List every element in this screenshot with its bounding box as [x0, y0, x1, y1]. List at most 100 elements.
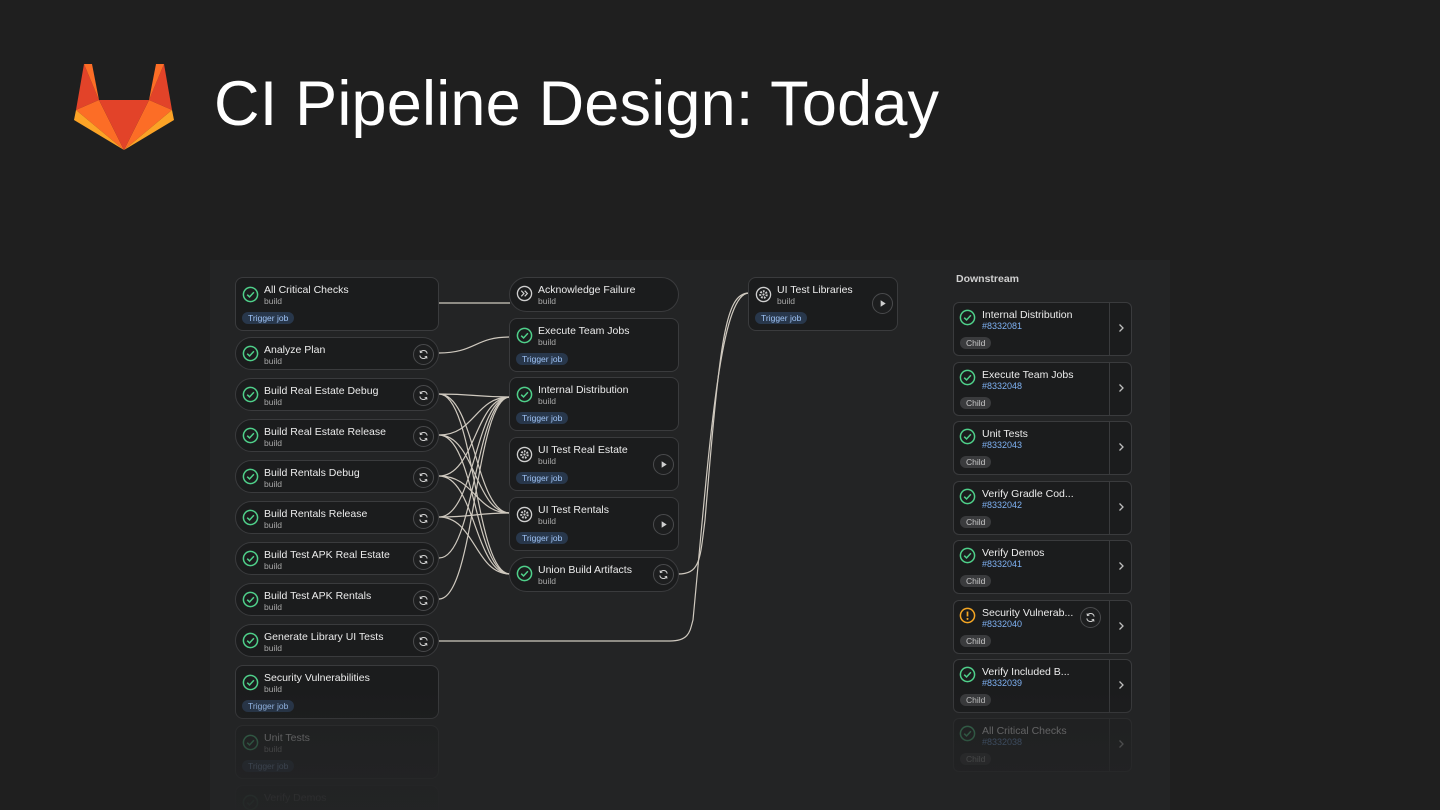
job-stage: build [264, 356, 282, 366]
job-name: Security Vulnerabilities [264, 672, 370, 684]
retry-button[interactable] [413, 385, 434, 406]
retry-button[interactable] [413, 426, 434, 447]
chevron-right-icon[interactable] [1115, 738, 1127, 750]
retry-button[interactable] [413, 344, 434, 365]
job-security-vulnerabilities[interactable]: Security Vulnerabilities build Trigger j… [235, 665, 439, 719]
job-all-critical-checks[interactable]: All Critical Checks build Trigger job [235, 277, 439, 331]
success-icon [242, 468, 259, 485]
job-name: Execute Team Jobs [538, 325, 630, 337]
child-badge: Child [960, 635, 992, 647]
retry-button[interactable] [413, 590, 434, 611]
chevron-right-icon[interactable] [1115, 322, 1127, 334]
success-icon [516, 327, 533, 344]
success-icon [242, 345, 259, 362]
retry-button[interactable] [1080, 607, 1101, 628]
pipeline-id-link[interactable]: #8332048 [982, 381, 1022, 391]
job-stage: build [264, 561, 282, 571]
chevron-right-icon[interactable] [1115, 501, 1127, 513]
pipeline-id-link[interactable]: #8332042 [982, 500, 1022, 510]
job-ui-test-real-estate[interactable]: UI Test Real Estate build Trigger job [509, 437, 679, 491]
job-unit-tests[interactable]: Unit Tests build Trigger job [235, 725, 439, 779]
downstream-name: Verify Demos [982, 547, 1045, 559]
job-union-build-artifacts[interactable]: Union Build Artifacts build [509, 557, 679, 592]
job-internal-distribution[interactable]: Internal Distribution build Trigger job [509, 377, 679, 431]
chevron-right-icon[interactable] [1115, 560, 1127, 572]
chevron-right-icon[interactable] [1115, 620, 1127, 632]
chevron-right-icon[interactable] [1115, 441, 1127, 453]
job-ui-test-rentals[interactable]: UI Test Rentals build Trigger job [509, 497, 679, 551]
success-icon [242, 286, 259, 303]
gitlab-logo [74, 64, 174, 150]
trigger-job-badge: Trigger job [242, 312, 295, 324]
job-generate-library-ui-tests[interactable]: Generate Library UI Tests build [235, 624, 439, 657]
pipeline-graph: All Critical Checks build Trigger job An… [210, 260, 1170, 810]
job-verify-demos[interactable]: Verify Demos [235, 785, 439, 810]
job-analyze-plan[interactable]: Analyze Plan build [235, 337, 439, 370]
success-icon [959, 488, 976, 505]
warning-icon [959, 607, 976, 624]
retry-button[interactable] [413, 508, 434, 529]
downstream-item[interactable]: Verify Gradle Cod... #8332042 Child [953, 481, 1132, 535]
trigger-job-badge: Trigger job [242, 700, 295, 712]
play-button[interactable] [653, 514, 674, 535]
pipeline-id-link[interactable]: #8332038 [982, 737, 1022, 747]
job-ui-test-libraries[interactable]: UI Test Libraries build Trigger job [748, 277, 898, 331]
downstream-item[interactable]: Security Vulnerab... #8332040 Child [953, 600, 1132, 654]
job-build-rentals-debug[interactable]: Build Rentals Debug build [235, 460, 439, 493]
downstream-item[interactable]: Unit Tests #8332043 Child [953, 421, 1132, 475]
divider [1109, 719, 1110, 771]
job-execute-team-jobs[interactable]: Execute Team Jobs build Trigger job [509, 318, 679, 372]
manual-gear-icon [755, 286, 772, 303]
divider [1109, 482, 1110, 534]
divider [1109, 660, 1110, 712]
job-name: Build Rentals Release [264, 508, 368, 520]
success-icon [242, 509, 259, 526]
job-name: Verify Demos [264, 792, 327, 804]
downstream-item[interactable]: Internal Distribution #8332081 Child [953, 302, 1132, 356]
retry-button[interactable] [413, 631, 434, 652]
retry-icon [419, 637, 428, 646]
job-stage: build [538, 456, 556, 466]
job-stage: build [538, 396, 556, 406]
play-button[interactable] [872, 293, 893, 314]
downstream-item[interactable]: Execute Team Jobs #8332048 Child [953, 362, 1132, 416]
job-name: Generate Library UI Tests [264, 631, 384, 643]
success-icon [242, 632, 259, 649]
job-build-test-apk-rentals[interactable]: Build Test APK Rentals build [235, 583, 439, 616]
job-build-test-apk-real-estate[interactable]: Build Test APK Real Estate build [235, 542, 439, 575]
downstream-item[interactable]: All Critical Checks #8332038 Child [953, 718, 1132, 772]
job-name: Analyze Plan [264, 344, 326, 356]
job-name: UI Test Real Estate [538, 444, 628, 456]
success-icon [242, 386, 259, 403]
retry-icon [419, 596, 428, 605]
retry-button[interactable] [413, 467, 434, 488]
job-acknowledge-failure[interactable]: Acknowledge Failure build [509, 277, 679, 312]
success-icon [242, 550, 259, 567]
play-button[interactable] [653, 454, 674, 475]
retry-icon [419, 391, 428, 400]
chevron-right-icon[interactable] [1115, 382, 1127, 394]
retry-button[interactable] [413, 549, 434, 570]
pipeline-id-link[interactable]: #8332081 [982, 321, 1022, 331]
child-badge: Child [960, 456, 992, 468]
pipeline-id-link[interactable]: #8332041 [982, 559, 1022, 569]
chevron-right-icon[interactable] [1115, 679, 1127, 691]
retry-button[interactable] [653, 564, 674, 585]
child-badge: Child [960, 694, 992, 706]
downstream-item[interactable]: Verify Demos #8332041 Child [953, 540, 1132, 594]
job-build-real-estate-debug[interactable]: Build Real Estate Debug build [235, 378, 439, 411]
job-build-rentals-release[interactable]: Build Rentals Release build [235, 501, 439, 534]
pipeline-id-link[interactable]: #8332039 [982, 678, 1022, 688]
job-stage: build [264, 643, 282, 653]
pipeline-id-link[interactable]: #8332043 [982, 440, 1022, 450]
downstream-item[interactable]: Verify Included B... #8332039 Child [953, 659, 1132, 713]
retry-icon [419, 555, 428, 564]
downstream-name: Security Vulnerab... [982, 607, 1074, 619]
job-stage: build [264, 479, 282, 489]
divider [1109, 601, 1110, 653]
job-name: Build Test APK Rentals [264, 590, 372, 602]
job-build-real-estate-release[interactable]: Build Real Estate Release build [235, 419, 439, 452]
retry-icon [659, 570, 668, 579]
pipeline-id-link[interactable]: #8332040 [982, 619, 1022, 629]
success-icon [516, 565, 533, 582]
